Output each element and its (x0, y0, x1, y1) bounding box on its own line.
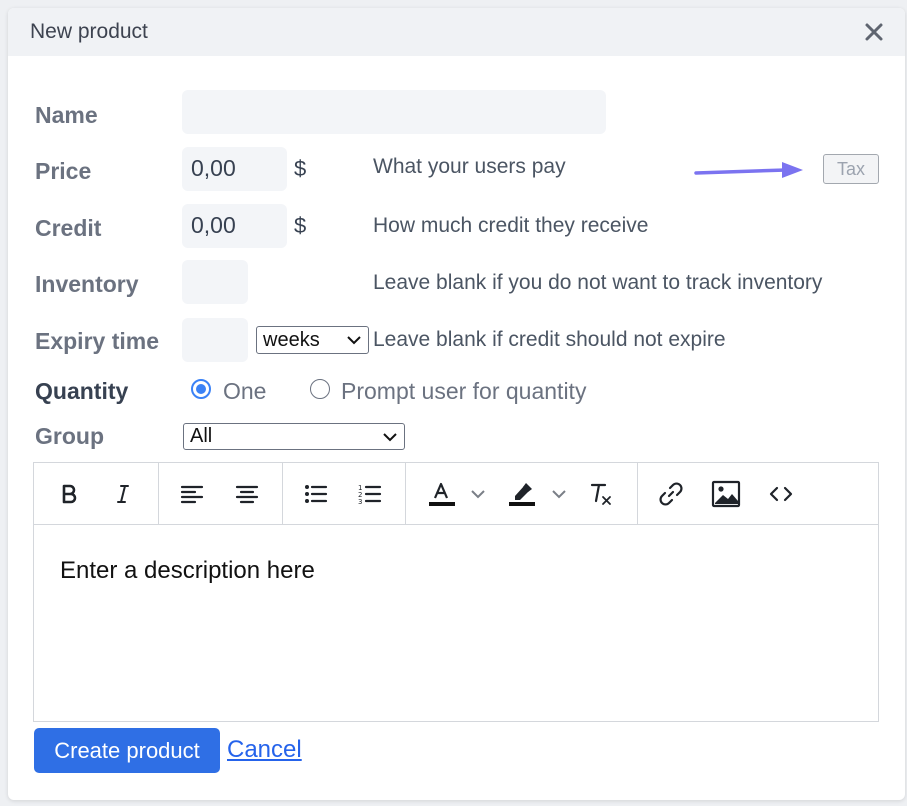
chevron-down-icon (471, 490, 485, 499)
image-button[interactable] (709, 477, 743, 511)
bold-button[interactable] (52, 477, 86, 511)
editor-content[interactable]: Enter a description here (60, 557, 315, 585)
highlight-dropdown[interactable] (547, 477, 571, 511)
align-left-icon (180, 485, 204, 504)
quantity-prompt-radio[interactable] (310, 379, 330, 399)
toolbar-divider (405, 463, 406, 525)
chevron-down-icon (347, 336, 361, 345)
text-color-icon (429, 482, 455, 506)
description-editor: 123 Enter a description here (33, 462, 879, 722)
align-center-button[interactable] (230, 477, 264, 511)
code-icon (769, 486, 793, 502)
group-select[interactable]: All (183, 423, 405, 450)
bullet-list-button[interactable] (299, 477, 333, 511)
numbered-list-button[interactable]: 123 (353, 477, 387, 511)
inventory-label: Inventory (35, 271, 139, 297)
price-currency: $ (294, 156, 307, 181)
annotation-arrow-icon (694, 162, 803, 178)
image-icon (711, 480, 741, 508)
inventory-hint: Leave blank if you do not want to track … (373, 271, 823, 294)
bullet-list-icon (305, 485, 328, 503)
text-color-dropdown[interactable] (466, 477, 490, 511)
group-label: Group (35, 423, 104, 449)
italic-icon (117, 485, 129, 503)
link-icon (659, 482, 683, 506)
new-product-modal: New product Name Price 0,00 $ What your … (8, 8, 905, 800)
editor-toolbar: 123 (34, 463, 878, 525)
quantity-prompt-label[interactable]: Prompt user for quantity (341, 378, 586, 405)
credit-currency: $ (294, 213, 307, 238)
expiry-unit-value: weeks (263, 329, 320, 351)
create-product-button[interactable]: Create product (34, 728, 220, 773)
toolbar-divider (637, 463, 638, 525)
bold-icon (62, 484, 77, 504)
price-input[interactable]: 0,00 (182, 147, 287, 191)
credit-label: Credit (35, 215, 102, 241)
quantity-one-label[interactable]: One (223, 378, 266, 405)
chevron-down-icon (552, 490, 566, 499)
cancel-link[interactable]: Cancel (227, 736, 302, 764)
toolbar-divider (282, 463, 283, 525)
highlight-button[interactable] (502, 477, 542, 511)
toolbar-divider (158, 463, 159, 525)
italic-button[interactable] (106, 477, 140, 511)
align-left-button[interactable] (175, 477, 209, 511)
numbered-list-icon: 123 (358, 484, 382, 506)
quantity-one-radio[interactable] (191, 379, 211, 399)
link-button[interactable] (654, 477, 688, 511)
credit-hint: How much credit they receive (373, 214, 649, 237)
price-label: Price (35, 158, 92, 184)
modal-title: New product (30, 20, 148, 43)
close-icon (865, 23, 883, 41)
tax-button[interactable]: Tax (823, 154, 879, 184)
credit-input[interactable]: 0,00 (182, 204, 287, 248)
highlight-icon (509, 483, 535, 506)
inventory-input[interactable] (182, 260, 248, 304)
svg-text:3: 3 (358, 498, 362, 506)
text-color-button[interactable] (422, 477, 462, 511)
expiry-input[interactable] (182, 318, 248, 362)
expiry-label: Expiry time (35, 328, 159, 354)
expiry-hint: Leave blank if credit should not expire (373, 328, 726, 351)
quantity-label: Quantity (35, 378, 129, 404)
name-input[interactable] (182, 90, 606, 134)
chevron-down-icon (383, 432, 397, 441)
code-button[interactable] (764, 477, 798, 511)
expiry-unit-select[interactable]: weeks (256, 326, 369, 354)
group-value: All (190, 425, 213, 447)
modal-header: New product (8, 8, 905, 56)
clear-format-button[interactable] (584, 477, 618, 511)
clear-format-icon (590, 483, 611, 505)
align-center-icon (235, 485, 259, 504)
close-button[interactable] (860, 18, 888, 46)
name-label: Name (35, 102, 98, 128)
price-hint: What your users pay (373, 155, 566, 178)
